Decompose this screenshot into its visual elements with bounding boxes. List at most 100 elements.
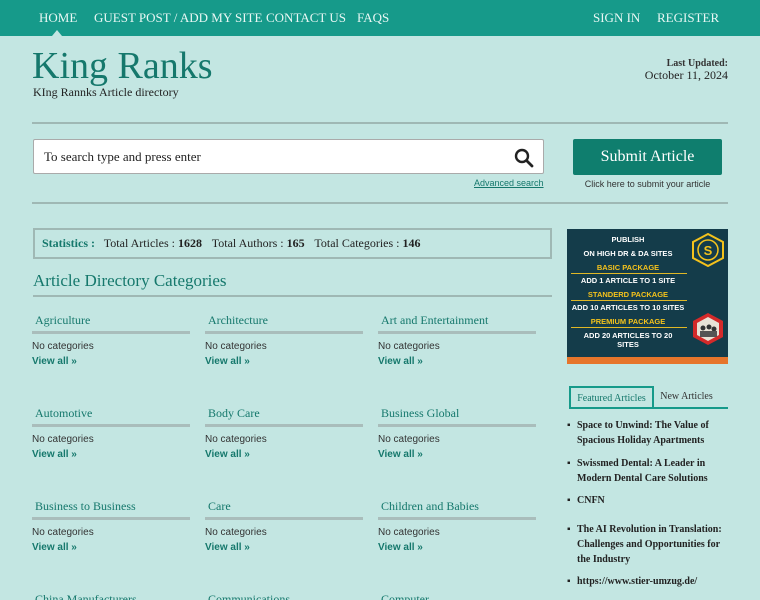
ad-team-photo-icon [693,313,723,345]
bullet-icon: ▪ [567,420,571,431]
top-nav: HOME GUEST POST / ADD MY SITE CONTACT US… [0,0,760,36]
category-card: Communications [205,592,363,600]
ad-separator [571,273,687,274]
featured-article-item[interactable]: ▪ Space to Unwind: The Value of Spacious… [567,418,727,448]
category-name[interactable]: Communications [205,592,363,600]
ad-logo-icon: S [692,233,724,267]
bullet-icon: ▪ [567,495,571,506]
category-view-all-link[interactable]: View all » [32,542,190,553]
category-view-all-link[interactable]: View all » [378,542,536,553]
active-nav-indicator [52,30,62,36]
featured-article-item[interactable]: ▪ Swissmed Dental: A Leader in Modern De… [567,456,727,486]
featured-article-item[interactable]: ▪ CNFN [567,493,727,508]
nav-faqs[interactable]: FAQS [357,10,389,26]
category-view-all-link[interactable]: View all » [32,449,190,460]
category-empty-text: No categories [378,434,440,445]
category-name[interactable]: Business to Business [32,499,190,520]
category-empty-text: No categories [205,434,267,445]
ad-standard-package: STANDERD PACKAGE [587,290,669,299]
bullet-icon: ▪ [567,576,571,587]
category-card: Computer [378,592,536,600]
ad-bottom-stripe [567,357,728,364]
bullet-icon: ▪ [567,524,571,535]
category-name[interactable]: Automotive [32,406,190,427]
ad-publish-text: PUBLISH [611,235,645,244]
category-card: Architecture No categories View all » [205,313,363,367]
category-card: Body Care No categories View all » [205,406,363,460]
advanced-search-link[interactable]: Advanced search [474,178,544,188]
featured-article-title[interactable]: Swissmed Dental: A Leader in Modern Dent… [577,456,727,486]
category-empty-text: No categories [378,341,440,352]
featured-article-item[interactable]: ▪ https://www.stier-umzug.de/ [567,574,727,589]
statistics-label: Statistics : [42,236,95,250]
ad-logo-text: S [704,243,713,258]
publish-ad-banner[interactable]: PUBLISH ON HIGH DR & DA SITES BASIC PACK… [567,229,728,364]
ad-basic-package: BASIC PACKAGE [596,263,660,272]
ad-premium-package: PREMIUM PACKAGE [590,317,666,326]
category-name[interactable]: Children and Babies [378,499,536,520]
categories-section-divider [33,295,552,297]
search-divider [32,202,728,204]
tabs-underline [569,407,728,409]
category-empty-text: No categories [378,527,440,538]
nav-home[interactable]: HOME [39,10,77,26]
category-name[interactable]: China Manufacturers [32,592,190,600]
category-card: Art and Entertainment No categories View… [378,313,536,367]
category-empty-text: No categories [205,341,267,352]
category-view-all-link[interactable]: View all » [378,356,536,367]
nav-guest-post[interactable]: GUEST POST / ADD MY SITE [94,10,262,26]
ad-premium-desc-1: ADD 20 ARTICLES TO 20 [583,331,673,340]
total-authors-label: Total Authors : [211,236,284,250]
category-name[interactable]: Architecture [205,313,363,334]
tab-featured-articles[interactable]: Featured Articles [569,386,654,409]
ad-separator [571,300,687,301]
category-view-all-link[interactable]: View all » [32,356,190,367]
total-articles-label: Total Articles : [103,236,175,250]
category-name[interactable]: Computer [378,592,536,600]
category-name[interactable]: Agriculture [32,313,190,334]
featured-article-title[interactable]: Space to Unwind: The Value of Spacious H… [577,418,727,448]
last-updated-date: October 11, 2024 [644,68,728,82]
nav-sign-in[interactable]: SIGN IN [593,10,640,26]
category-card: Agriculture No categories View all » [32,313,190,367]
total-authors-value: 165 [286,236,305,250]
category-name[interactable]: Body Care [205,406,363,427]
category-card: Children and Babies No categories View a… [378,499,536,553]
ad-premium-desc-2: SITES [617,340,639,349]
search-input[interactable] [44,149,484,165]
header-divider [32,122,728,124]
category-card: China Manufacturers [32,592,190,600]
category-view-all-link[interactable]: View all » [205,449,363,460]
category-view-all-link[interactable]: View all » [378,449,536,460]
submit-article-button[interactable]: Submit Article [573,139,722,175]
category-card: Business Global No categories View all » [378,406,536,460]
total-articles-value: 1628 [177,236,202,250]
statistics-box: Statistics : Total Articles : 1628 Total… [33,228,552,259]
bullet-icon: ▪ [567,458,571,469]
nav-contact[interactable]: CONTACT US [266,10,346,26]
search-icon[interactable] [514,148,534,168]
category-view-all-link[interactable]: View all » [205,356,363,367]
category-empty-text: No categories [32,341,94,352]
nav-register[interactable]: REGISTER [657,10,719,26]
site-tagline: KIng Rannks Article directory [33,85,179,99]
site-title[interactable]: King Ranks [32,44,213,88]
category-card: Business to Business No categories View … [32,499,190,553]
featured-article-title[interactable]: The AI Revolution in Translation: Challe… [577,522,727,567]
categories-section-title: Article Directory Categories [33,271,227,290]
category-name[interactable]: Business Global [378,406,536,427]
featured-article-item[interactable]: ▪ The AI Revolution in Translation: Chal… [567,522,727,567]
category-empty-text: No categories [32,434,94,445]
featured-article-title[interactable]: https://www.stier-umzug.de/ [577,574,727,589]
total-categories-value: 146 [402,236,421,250]
category-name[interactable]: Care [205,499,363,520]
category-name[interactable]: Art and Entertainment [378,313,536,334]
category-card: Automotive No categories View all » [32,406,190,460]
category-view-all-link[interactable]: View all » [205,542,363,553]
category-empty-text: No categories [32,527,94,538]
category-empty-text: No categories [205,527,267,538]
category-card: Care No categories View all » [205,499,363,553]
featured-article-title[interactable]: CNFN [577,493,727,508]
tab-new-articles[interactable]: New Articles [655,386,718,409]
ad-standard-desc: ADD 10 ARTICLES TO 10 SITES [571,303,685,312]
